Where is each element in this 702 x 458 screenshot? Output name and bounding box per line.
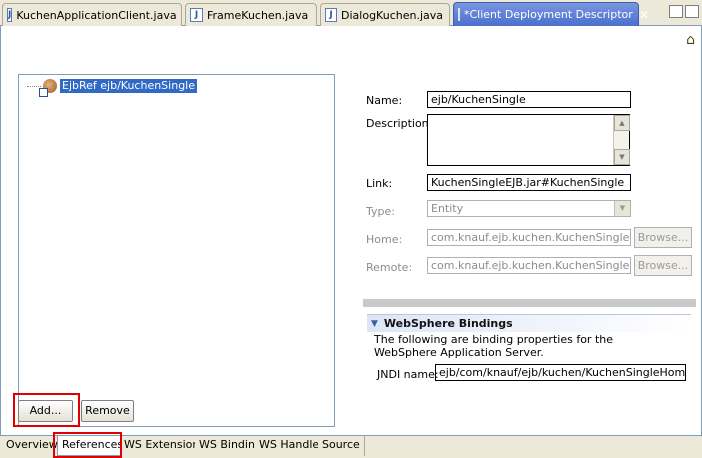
- home-browse-button[interactable]: Browse...: [634, 227, 692, 248]
- remote-field[interactable]: com.knauf.ejb.kuchen.KuchenSingle: [427, 257, 631, 274]
- tab-dialog-kuchen[interactable]: J DialogKuchen.java: [320, 3, 450, 26]
- home-icon[interactable]: ⌂: [686, 32, 695, 48]
- jndi-name-field[interactable]: ejb/com/knauf/ejb/kuchen/KuchenSingleHom…: [435, 364, 686, 381]
- page-tab-bar: Overview References WS Extension WS Bind…: [0, 432, 702, 458]
- section-title: WebSphere Bindings: [383, 317, 513, 330]
- type-label: Type:: [366, 205, 395, 218]
- tab-kuchen-application-client[interactable]: J KuchenApplicationClient.java: [2, 3, 182, 26]
- java-file-icon: J: [7, 8, 13, 22]
- tree-item-label: EjbRef ejb/KuchenSingle: [60, 79, 197, 93]
- description-label: Description:: [366, 117, 433, 130]
- jndi-name-label: JNDI name:: [377, 368, 439, 381]
- remove-button[interactable]: Remove: [81, 400, 134, 422]
- chevron-down-icon[interactable]: ▼: [614, 201, 630, 216]
- type-combo[interactable]: Entity ▼: [427, 200, 631, 217]
- expand-toggle-icon[interactable]: ▼: [371, 319, 378, 329]
- page-tab-ws-extension[interactable]: WS Extension: [120, 436, 205, 456]
- maximize-button[interactable]: [685, 5, 699, 18]
- highlight-box: [53, 432, 122, 458]
- link-field[interactable]: KuchenSingleEJB.jar#KuchenSingle: [427, 174, 631, 191]
- java-file-icon: J: [190, 8, 203, 22]
- name-field[interactable]: ejb/KuchenSingle: [427, 91, 631, 108]
- tab-client-deployment-descriptor[interactable]: *Client Deployment Descriptor ✕: [453, 2, 649, 26]
- java-file-icon: J: [325, 8, 338, 22]
- close-icon[interactable]: ✕: [639, 8, 649, 22]
- tab-label: KuchenApplicationClient.java: [16, 8, 177, 22]
- websphere-bindings-header[interactable]: ▼ WebSphere Bindings: [367, 314, 691, 332]
- ejb-reference-icon: [39, 79, 57, 97]
- highlight-box: [13, 393, 80, 427]
- page-tab-source[interactable]: Source: [318, 436, 365, 456]
- editor-tab-bar: J KuchenApplicationClient.java J FrameKu…: [0, 0, 702, 26]
- link-label: Link:: [366, 177, 393, 190]
- tab-label: DialogKuchen.java: [341, 8, 443, 22]
- tree-connector: [27, 85, 41, 87]
- tree-item-ejb-ref[interactable]: EjbRef ejb/KuchenSingle: [27, 79, 197, 97]
- remote-browse-button[interactable]: Browse...: [634, 255, 692, 276]
- description-field[interactable]: ▲ ▼: [427, 114, 630, 166]
- section-divider: [363, 299, 696, 307]
- home-field[interactable]: com.knauf.ejb.kuchen.KuchenSingleHome: [427, 229, 631, 246]
- reference-tree[interactable]: EjbRef ejb/KuchenSingle: [18, 74, 335, 427]
- deployment-descriptor-icon: [458, 8, 460, 21]
- tab-frame-kuchen[interactable]: J FrameKuchen.java: [185, 3, 317, 26]
- name-label: Name:: [366, 94, 403, 107]
- section-description: The following are binding properties for…: [374, 333, 613, 359]
- tab-label: FrameKuchen.java: [207, 8, 309, 22]
- scroll-down-icon[interactable]: ▼: [614, 149, 630, 165]
- minimize-button[interactable]: [669, 5, 683, 18]
- description-scrollbar[interactable]: ▲ ▼: [613, 115, 630, 165]
- remote-label: Remote:: [366, 261, 413, 274]
- home-label: Home:: [366, 233, 403, 246]
- scroll-up-icon[interactable]: ▲: [614, 115, 630, 131]
- editor-content: ⌂ EjbRef ejb/KuchenSingle Add... Remove …: [0, 26, 702, 435]
- tab-label: *Client Deployment Descriptor: [464, 8, 633, 21]
- type-value: Entity: [431, 202, 464, 215]
